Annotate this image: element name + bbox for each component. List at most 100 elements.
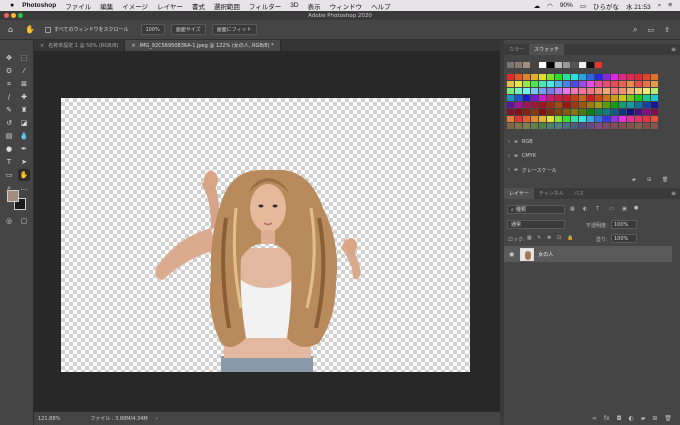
layer-filter-select[interactable]: ⌕ 種類 <box>507 205 565 214</box>
swatch[interactable] <box>587 74 594 80</box>
swatch[interactable] <box>539 102 546 108</box>
swatch[interactable] <box>643 109 650 115</box>
swatch[interactable] <box>587 102 594 108</box>
hand-tool-preset-icon[interactable]: ✋ <box>25 25 35 34</box>
tab-close-icon[interactable]: × <box>40 43 44 49</box>
swatch[interactable] <box>555 102 562 108</box>
swatch[interactable] <box>619 88 626 94</box>
opacity-input[interactable]: 100% <box>611 220 637 229</box>
swatch[interactable] <box>555 88 562 94</box>
swatch[interactable] <box>555 81 562 87</box>
layer-mask-icon[interactable]: ◘ <box>617 415 622 422</box>
swatch[interactable] <box>587 116 594 122</box>
swatch[interactable] <box>635 88 642 94</box>
swatch[interactable] <box>515 62 522 68</box>
menu-help[interactable]: ヘルプ <box>371 1 391 11</box>
path-select-icon[interactable]: ➤ <box>18 156 30 168</box>
swatch[interactable] <box>595 123 602 129</box>
swatch[interactable] <box>619 109 626 115</box>
menu-image[interactable]: イメージ <box>122 1 148 11</box>
tab-color[interactable]: カラー <box>504 44 529 55</box>
swatch[interactable] <box>603 88 610 94</box>
swatch[interactable] <box>595 88 602 94</box>
wifi-icon[interactable]: ◠ <box>547 2 553 10</box>
swatch[interactable] <box>603 116 610 122</box>
swatch[interactable] <box>531 74 538 80</box>
swatch[interactable] <box>531 62 538 68</box>
status-menu-arrow-icon[interactable]: › <box>156 416 158 422</box>
swatch[interactable] <box>507 116 514 122</box>
menu-edit[interactable]: 編集 <box>100 1 113 11</box>
swatch[interactable] <box>619 74 626 80</box>
swatch[interactable] <box>611 102 618 108</box>
swatch[interactable] <box>627 102 634 108</box>
swatch[interactable] <box>563 116 570 122</box>
adjustment-layer-icon[interactable]: ◐ <box>628 415 633 422</box>
swatch[interactable] <box>627 74 634 80</box>
menu-window[interactable]: ウィンドウ <box>330 1 363 11</box>
swatch[interactable] <box>523 102 530 108</box>
healing-icon[interactable]: ✚ <box>18 91 30 103</box>
swatch[interactable] <box>619 123 626 129</box>
swatch[interactable] <box>531 95 538 101</box>
menu-3d[interactable]: 3D <box>290 2 298 9</box>
swatch[interactable] <box>555 116 562 122</box>
swatch[interactable] <box>635 81 642 87</box>
swatch[interactable] <box>571 88 578 94</box>
swatch[interactable] <box>635 109 642 115</box>
swatch[interactable] <box>643 95 650 101</box>
swatch[interactable] <box>587 88 594 94</box>
screen-mode-icon[interactable]: ▢ <box>18 215 30 227</box>
new-group-icon[interactable]: ▰ <box>641 415 646 422</box>
swatch[interactable] <box>555 109 562 115</box>
swatch[interactable] <box>643 74 650 80</box>
swatch[interactable] <box>579 95 586 101</box>
trash-icon[interactable]: 🗑 <box>664 415 672 422</box>
swatch[interactable] <box>555 62 562 68</box>
filter-type-icon[interactable]: T <box>596 206 599 212</box>
panel-menu-icon[interactable]: ≡ <box>671 190 676 197</box>
swatch[interactable] <box>515 116 522 122</box>
swatch[interactable] <box>531 81 538 87</box>
swatch[interactable] <box>563 109 570 115</box>
swatch[interactable] <box>595 102 602 108</box>
swatch[interactable] <box>579 74 586 80</box>
swatch[interactable] <box>603 74 610 80</box>
swatch[interactable] <box>603 109 610 115</box>
swatch[interactable] <box>515 95 522 101</box>
swatch[interactable] <box>635 74 642 80</box>
swatch[interactable] <box>619 102 626 108</box>
swatch[interactable] <box>539 95 546 101</box>
swatch[interactable] <box>627 95 634 101</box>
marquee-icon[interactable]: ⬚ <box>18 52 30 64</box>
cloud-icon[interactable]: ☁ <box>534 2 541 10</box>
eye-icon[interactable]: ◉ <box>509 251 514 258</box>
fill-input[interactable]: 100% <box>611 234 637 243</box>
workspace-icon[interactable]: ▭ <box>648 26 655 34</box>
swatch-grid[interactable] <box>507 62 667 134</box>
swatch[interactable] <box>571 109 578 115</box>
swatch[interactable] <box>563 88 570 94</box>
swatch[interactable] <box>627 109 634 115</box>
swatch[interactable] <box>571 62 578 68</box>
swatch[interactable] <box>523 81 530 87</box>
scroll-all-checkbox[interactable] <box>45 26 52 33</box>
swatch[interactable] <box>635 123 642 129</box>
dodge-icon[interactable]: ● <box>3 143 15 155</box>
swatch[interactable] <box>571 102 578 108</box>
swatch[interactable] <box>635 102 642 108</box>
new-swatch-icon[interactable]: ⊞ <box>647 177 651 183</box>
swatch[interactable] <box>555 95 562 101</box>
swatch[interactable] <box>507 74 514 80</box>
tab-document-2[interactable]: × IMG_92C56950836A-1.jpeg @ 122% (女の人, RG… <box>125 40 281 51</box>
swatch[interactable] <box>507 88 514 94</box>
swatch[interactable] <box>555 74 562 80</box>
swatch[interactable] <box>595 74 602 80</box>
swatch[interactable] <box>539 116 546 122</box>
eyedropper-icon[interactable]: ∕ <box>3 91 15 103</box>
lock-all-icon[interactable]: 🔒 <box>567 235 573 241</box>
menu-type[interactable]: 書式 <box>192 1 205 11</box>
swatch[interactable] <box>611 95 618 101</box>
swatch[interactable] <box>547 88 554 94</box>
swatch[interactable] <box>579 62 586 68</box>
